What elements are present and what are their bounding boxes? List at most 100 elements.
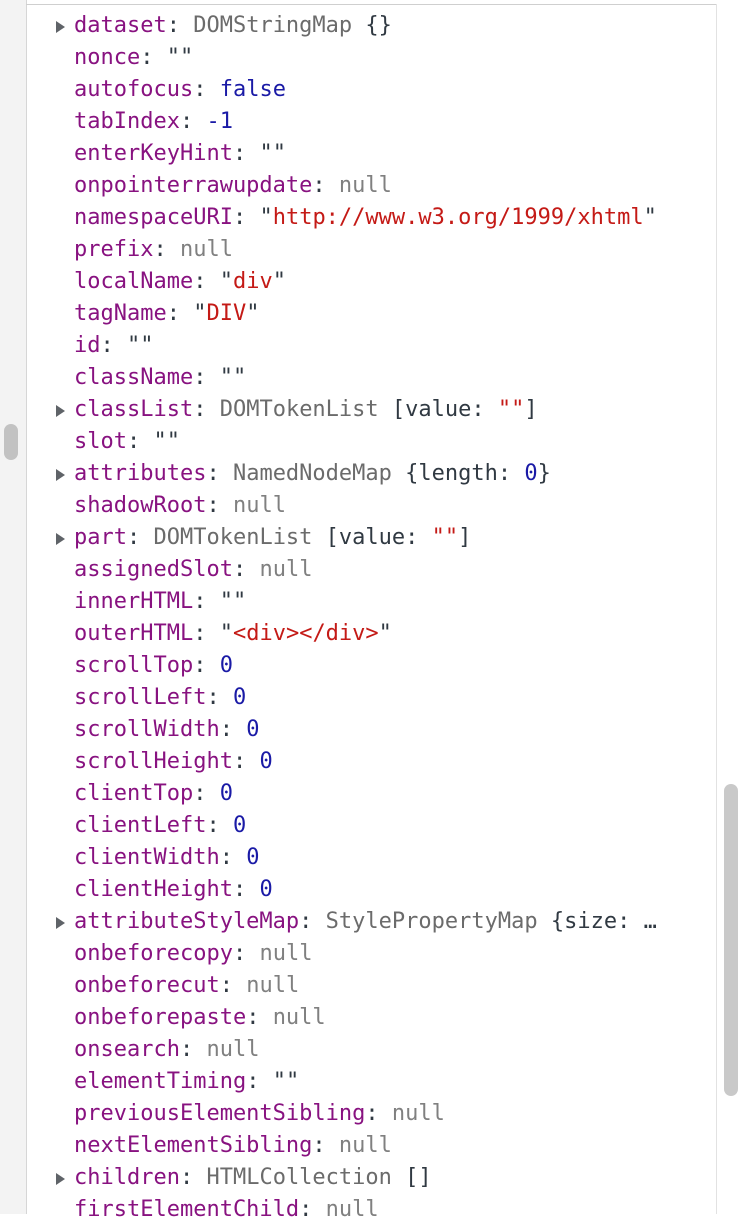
property-colon: : [193, 397, 220, 422]
property-key: dataset [74, 13, 167, 38]
property-row: tagName: "DIV" [0, 298, 716, 330]
property-colon: : [299, 909, 326, 934]
property-colon: : [193, 589, 220, 614]
object-properties-tree: dataset: DOMStringMap {} nonce: "" autofoc… [0, 10, 716, 1226]
property-value-null: null [206, 1037, 260, 1062]
property-object-type: StylePropertyMap [325, 909, 538, 934]
property-value-string: http://www.w3.org/1999/xhtml [272, 205, 644, 230]
property-key: tagName [74, 301, 167, 326]
property-value-null: null [246, 973, 300, 998]
property-colon: : [179, 109, 207, 134]
property-colon: : [179, 1037, 207, 1062]
property-colon: : [246, 1069, 273, 1094]
quote-open: " [259, 141, 273, 166]
property-colon: : [206, 461, 233, 486]
property-value-null: null [391, 1101, 445, 1126]
property-colon: : [299, 1197, 326, 1222]
property-colon: : [153, 237, 180, 262]
property-colon: : [232, 205, 260, 230]
property-value-number: 0 [259, 877, 273, 902]
property-value-null: null [259, 557, 313, 582]
property-value-number: 0 [246, 845, 260, 870]
property-colon: : [193, 77, 220, 102]
quote-open: " [193, 301, 207, 326]
property-key: prefix [74, 237, 154, 262]
property-row: autofocus: false [0, 74, 716, 106]
property-key: onbeforepaste [74, 1005, 247, 1030]
property-value-null: null [338, 173, 392, 198]
property-colon: : [193, 621, 220, 646]
property-key: classList [74, 397, 194, 422]
property-key: tabIndex [74, 109, 180, 134]
property-row: onsearch: null [0, 1034, 716, 1066]
preview-part: "" [431, 525, 459, 550]
property-value-null: null [338, 1133, 392, 1158]
property-object-type: HTMLCollection [206, 1165, 392, 1190]
property-row: clientLeft: 0 [0, 810, 716, 842]
property-key: part [74, 525, 127, 550]
quote-close: " [378, 621, 392, 646]
quote-close: " [232, 365, 247, 390]
property-value-number: -1 [206, 109, 233, 134]
property-colon: : [193, 781, 220, 806]
expand-triangle-icon[interactable] [56, 533, 65, 545]
property-key: className [74, 365, 194, 390]
property-row: className: "" [0, 362, 716, 394]
property-key: nonce [74, 45, 141, 70]
vertical-scrollbar-thumb[interactable] [724, 784, 738, 1096]
property-colon: : [126, 429, 154, 454]
property-row[interactable]: attributes: NamedNodeMap {length: 0} [0, 458, 716, 490]
property-row: namespaceURI: "http://www.w3.org/1999/xh… [0, 202, 716, 234]
preview-part: {size: [537, 909, 644, 934]
property-colon: : [312, 1133, 339, 1158]
property-row: prefix: null [0, 234, 716, 266]
property-colon: : [219, 845, 247, 870]
property-preview: [] [405, 1165, 432, 1190]
property-key: clientHeight [74, 877, 233, 902]
property-colon: : [232, 141, 260, 166]
quote-open: " [219, 269, 233, 294]
property-key: onsearch [74, 1037, 180, 1062]
property-row[interactable]: classList: DOMTokenList [value: ""] [0, 394, 716, 426]
property-row[interactable]: dataset: DOMStringMap {} [0, 10, 716, 42]
property-value-null: null [179, 237, 233, 262]
property-key: clientTop [74, 781, 194, 806]
property-row: slot: "" [0, 426, 716, 458]
property-key: previousElementSibling [74, 1101, 366, 1126]
property-key: localName [74, 269, 194, 294]
property-colon: : [232, 941, 260, 966]
property-row: scrollLeft: 0 [0, 682, 716, 714]
property-row[interactable]: attributeStyleMap: StylePropertyMap {siz… [0, 906, 716, 938]
expand-triangle-icon[interactable] [56, 405, 65, 417]
expand-triangle-icon[interactable] [56, 917, 65, 929]
preview-part: [value: [312, 525, 432, 550]
property-colon: : [140, 45, 167, 70]
expand-triangle-icon[interactable] [56, 1173, 65, 1185]
quote-open: " [127, 333, 141, 358]
quote-close: " [179, 45, 194, 70]
property-value-null: null [325, 1197, 379, 1222]
quote-close: " [643, 205, 657, 230]
property-key: firstElementChild [74, 1197, 300, 1222]
quote-open: " [259, 205, 273, 230]
property-key: attributes [74, 461, 207, 486]
property-row: enterKeyHint: "" [0, 138, 716, 170]
quote-open: " [166, 45, 180, 70]
property-row[interactable]: children: HTMLCollection [] [0, 1162, 716, 1194]
property-value-number: 0 [219, 781, 233, 806]
expand-triangle-icon[interactable] [56, 469, 65, 481]
property-colon: : [219, 973, 247, 998]
property-object-type: NamedNodeMap [232, 461, 392, 486]
property-row[interactable]: part: DOMTokenList [value: ""] [0, 522, 716, 554]
property-preview-space [392, 1165, 405, 1190]
panel-border [716, 4, 717, 1214]
expand-triangle-icon[interactable] [56, 21, 65, 33]
property-colon: : [232, 749, 260, 774]
quote-close: " [246, 301, 260, 326]
property-preview-space [352, 13, 365, 38]
quote-close: " [272, 141, 286, 166]
property-key: attributeStyleMap [74, 909, 300, 934]
property-value-number: 0 [232, 813, 247, 838]
property-value-null: null [259, 941, 313, 966]
property-row: onbeforepaste: null [0, 1002, 716, 1034]
